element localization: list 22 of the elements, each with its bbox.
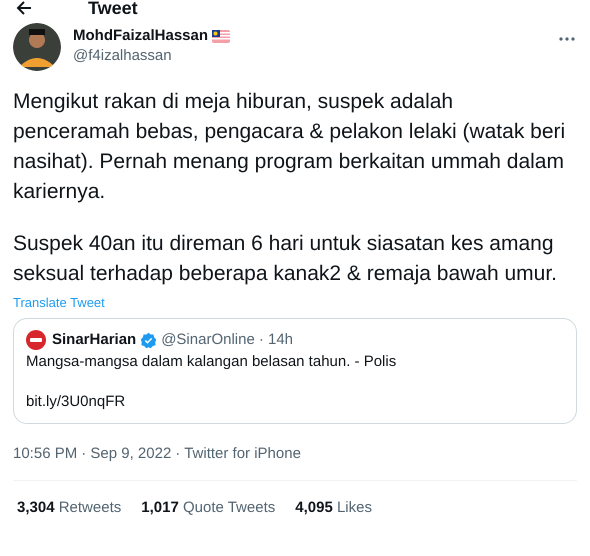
quoted-tweet-card[interactable]: SinarHarian @SinarOnline · 14h Mangsa-mangsa dalam kalangan belasan tahun. - Polis bit.ly/3U0nqFR [13,318,577,424]
back-arrow-icon[interactable] [16,1,32,15]
stat-link[interactable]: 3,304 Retweets [17,498,122,518]
more-options-icon[interactable] [559,37,575,41]
quoted-author-name: SinarHarian [52,330,136,350]
quoted-tweet-text: Mangsa-mangsa dalam kalangan belasan tahun. - Polis [26,352,398,372]
news-logo-icon [26,330,46,350]
quoted-time: · 14h [258,330,294,350]
tweet-text: Mengikut rakan di meja hiburan, suspek adalah penceramah bebas, pengacara & pelakon lelaki (watak beri nasihat). Pernah menang program berkaitan ummah dalam kariernya. [13,89,566,205]
stat-link[interactable]: 1,017 Quote Tweets [141,498,276,518]
tweet-date: · Sep 9, 2022 [81,444,172,464]
tweet-time[interactable]: 10:56 PM [13,444,78,464]
malaysia-flag-icon [212,30,230,42]
tweet-source[interactable]: · Twitter for iPhone [175,444,301,464]
avatar [13,23,61,71]
page-title: Tweet [88,0,138,18]
stat-link[interactable]: 4,095 Likes [295,498,372,518]
author-name[interactable]: MohdFaizalHassan [73,26,208,46]
tweet-text: Suspek 40an itu direman 6 hari untuk siasatan kes amang seksual terhadap beberapa kanak2 & remaja bawah umur. [13,231,558,287]
quoted-link: bit.ly/3U0nqFR [26,392,126,412]
quoted-author-handle: @SinarOnline [161,330,255,350]
author-handle[interactable]: @f4izalhassan [73,46,230,66]
